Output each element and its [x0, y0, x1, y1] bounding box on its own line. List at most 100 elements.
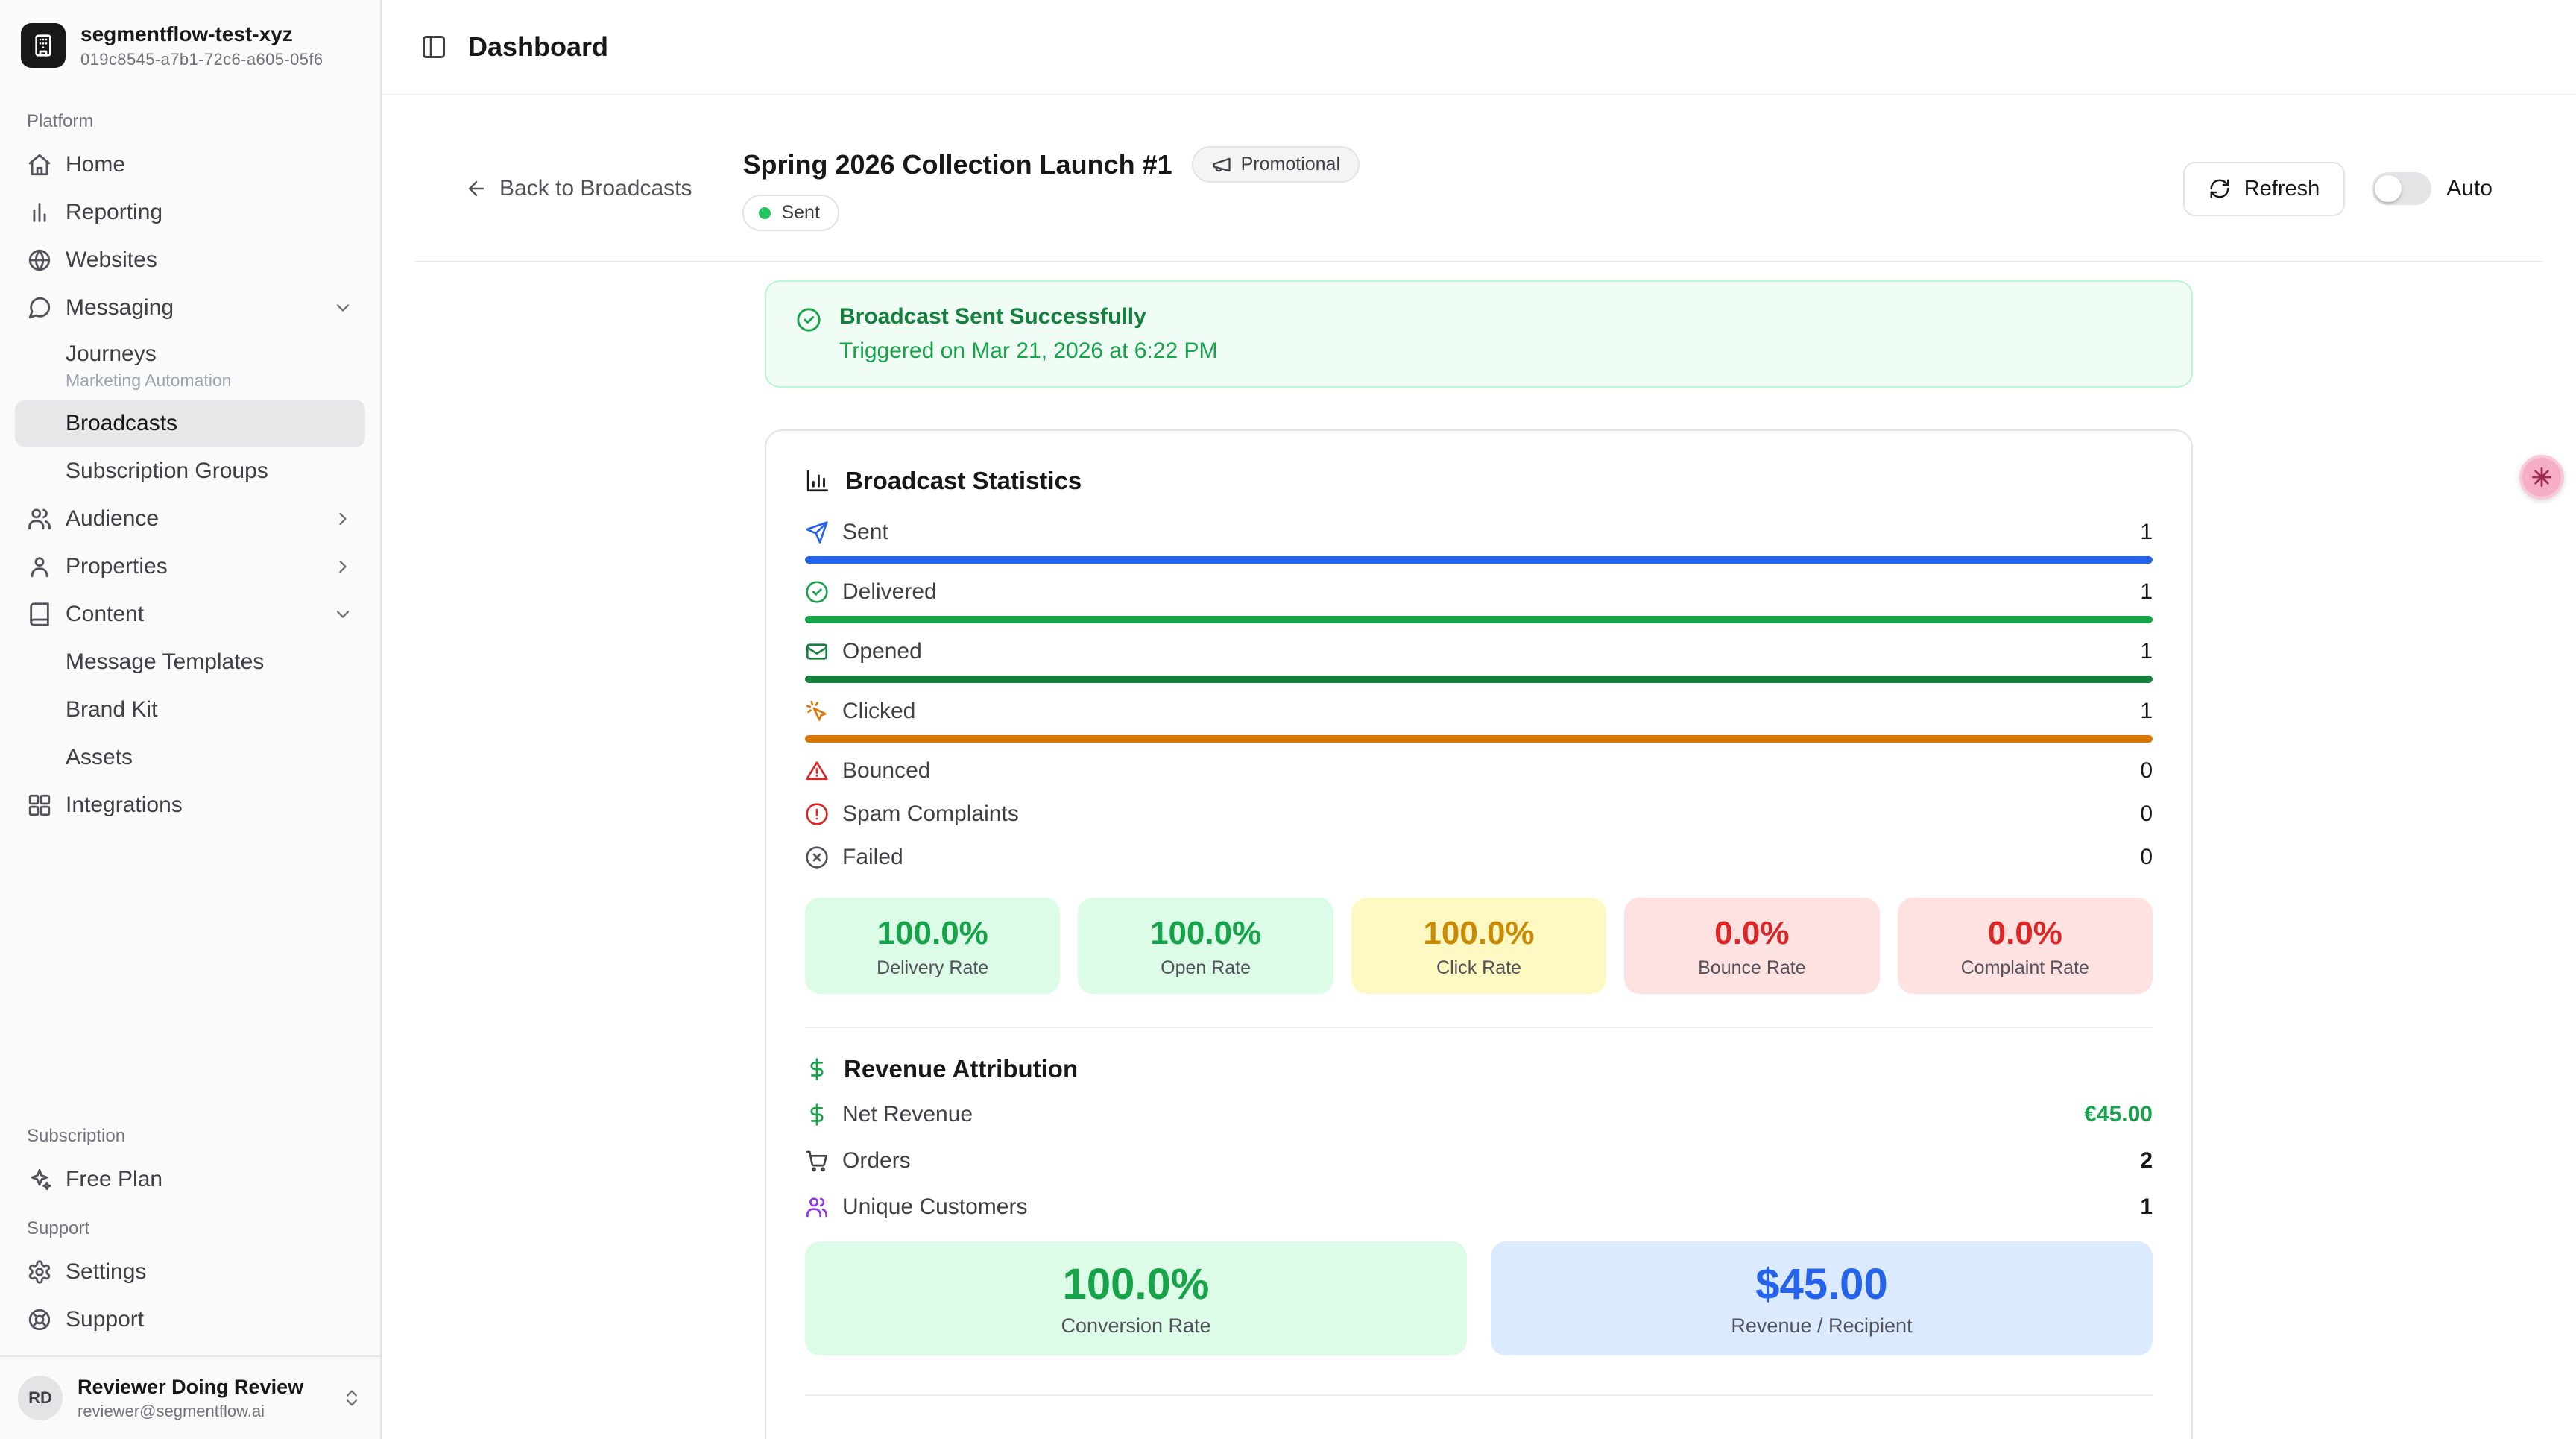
broadcast-header: Back to Broadcasts Spring 2026 Collectio…: [382, 95, 2576, 231]
rate-label: Delivery Rate: [805, 957, 1060, 979]
header-actions: Refresh Auto: [2183, 162, 2493, 216]
rate-value: 100.0%: [1078, 914, 1333, 953]
progress-bar: [805, 735, 2153, 743]
rate-value: 100.0%: [1351, 914, 1606, 953]
bar-chart-icon: [805, 468, 830, 494]
promotional-badge: Promotional: [1192, 146, 1360, 183]
sidebar-item-content[interactable]: Content: [15, 591, 365, 638]
status-badge: Sent: [742, 195, 839, 231]
sidebar-item-free-plan[interactable]: Free Plan: [15, 1156, 365, 1203]
sidebar-item-message-templates[interactable]: Message Templates: [15, 638, 365, 686]
sidebar-item-websites[interactable]: Websites: [15, 236, 365, 284]
shopping-cart-icon: [805, 1149, 829, 1173]
floating-presence-widget[interactable]: [2519, 455, 2564, 500]
sidebar-item-integrations[interactable]: Integrations: [15, 781, 365, 829]
gear-icon: [27, 1259, 52, 1285]
content: Back to Broadcasts Spring 2026 Collectio…: [382, 95, 2576, 1439]
sidebar-item-journeys[interactable]: Journeys Marketing Automation: [15, 332, 365, 400]
workspace-switcher[interactable]: segmentflow-test-xyz 019c8545-a7b1-72c6-…: [0, 0, 380, 84]
alert-message: Triggered on Mar 21, 2026 at 6:22 PM: [839, 339, 1218, 364]
rate-value: 100.0%: [805, 914, 1060, 953]
arrow-left-icon: [465, 177, 487, 200]
sidebar-item-settings[interactable]: Settings: [15, 1248, 365, 1296]
sidebar-nav: Platform Home Reporting Websites Messagi…: [0, 84, 380, 1355]
sidebar-item-audience[interactable]: Audience: [15, 495, 365, 543]
sidebar-item-assets[interactable]: Assets: [15, 734, 365, 781]
dollar-icon: [805, 1057, 829, 1081]
sidebar-item-broadcasts[interactable]: Broadcasts: [15, 400, 365, 447]
stat-value: 0: [2140, 802, 2153, 827]
page-title: Dashboard: [468, 31, 608, 63]
rate-label: Open Rate: [1078, 957, 1333, 979]
megaphone-icon: [1211, 154, 1232, 175]
statistics-card-title: Broadcast Statistics: [805, 467, 2153, 495]
bar-chart-icon: [27, 200, 52, 225]
rate-label: Complaint Rate: [1898, 957, 2153, 979]
alert-circle-icon: [805, 802, 829, 826]
revenue-row-unique-customers: Unique Customers 1: [805, 1191, 2153, 1224]
sidebar-item-messaging[interactable]: Messaging: [15, 284, 365, 332]
mail-icon: [805, 640, 829, 664]
divider: [805, 1027, 2153, 1028]
stat-label: Opened: [842, 639, 922, 664]
user-icon: [27, 554, 52, 579]
revenue-section-title: Revenue Attribution: [805, 1055, 2153, 1083]
chevron-down-icon: [332, 297, 353, 318]
sparkles-icon: [27, 1167, 52, 1192]
stat-value: 1: [2140, 579, 2153, 605]
workspace-icon: [21, 23, 66, 68]
sidebar-item-support[interactable]: Support: [15, 1296, 365, 1344]
auto-refresh-toggle[interactable]: [2372, 172, 2431, 205]
stat-value: 0: [2140, 758, 2153, 784]
stat-row-spam-complaints: Spam Complaints 0: [805, 798, 2153, 831]
rate-tile-complaint: 0.0% Complaint Rate: [1898, 898, 2153, 994]
sidebar-item-subscription-groups[interactable]: Subscription Groups: [15, 447, 365, 495]
stat-label: Failed: [842, 845, 903, 870]
refresh-icon: [2209, 177, 2231, 200]
refresh-button[interactable]: Refresh: [2183, 162, 2346, 216]
sidebar-item-reporting[interactable]: Reporting: [15, 189, 365, 236]
revenue-value: 1: [2140, 1194, 2153, 1220]
main-area: Dashboard Back to Broadcasts Spring 2026…: [382, 0, 2576, 1439]
revenue-label: Net Revenue: [842, 1102, 973, 1127]
toggle-knob: [2375, 175, 2402, 202]
x-circle-icon: [805, 846, 829, 869]
stat-row-opened: Opened 1: [805, 635, 2153, 683]
stat-label: Sent: [842, 520, 888, 545]
rate-value: 0.0%: [1624, 914, 1879, 953]
topbar: Dashboard: [382, 0, 2576, 95]
conversion-rate-tile: 100.0% Conversion Rate: [805, 1241, 1467, 1355]
chevrons-up-down-icon: [341, 1388, 362, 1408]
user-menu[interactable]: RD Reviewer Doing Review reviewer@segmen…: [0, 1355, 380, 1439]
revenue-per-recipient-tile: $45.00 Revenue / Recipient: [1491, 1241, 2153, 1355]
revenue-tiles: 100.0% Conversion Rate $45.00 Revenue / …: [805, 1241, 2153, 1355]
chevron-right-icon: [332, 556, 353, 577]
stat-row-failed: Failed 0: [805, 841, 2153, 874]
back-to-broadcasts-link[interactable]: Back to Broadcasts: [465, 176, 692, 201]
sidebar-item-home[interactable]: Home: [15, 141, 365, 189]
journeys-sublabel: Marketing Automation: [66, 371, 353, 391]
status-dot: [759, 207, 771, 219]
section-label-subscription: Subscription: [15, 1111, 365, 1156]
revenue-value: €45.00: [2084, 1102, 2153, 1127]
tile-label: Revenue / Recipient: [1491, 1314, 2153, 1338]
workspace-name: segmentflow-test-xyz: [80, 21, 323, 47]
rate-tile-bounce: 0.0% Bounce Rate: [1624, 898, 1879, 994]
rate-tile-click: 100.0% Click Rate: [1351, 898, 1606, 994]
revenue-row-orders: Orders 2: [805, 1144, 2153, 1177]
chevron-right-icon: [332, 508, 353, 529]
sidebar-item-properties[interactable]: Properties: [15, 543, 365, 591]
sidebar-spacer: [15, 829, 365, 1111]
blocks-icon: [27, 793, 52, 818]
alert-triangle-icon: [805, 759, 829, 783]
tile-value: 100.0%: [805, 1261, 1467, 1309]
sidebar-item-brand-kit[interactable]: Brand Kit: [15, 686, 365, 734]
book-icon: [27, 602, 52, 627]
rate-tile-open: 100.0% Open Rate: [1078, 898, 1333, 994]
revenue-label: Unique Customers: [842, 1194, 1027, 1220]
sidebar-toggle-icon[interactable]: [420, 34, 447, 60]
mouse-click-icon: [805, 699, 829, 723]
progress-bar: [805, 676, 2153, 683]
rate-tile-delivery: 100.0% Delivery Rate: [805, 898, 1060, 994]
globe-icon: [27, 248, 52, 273]
